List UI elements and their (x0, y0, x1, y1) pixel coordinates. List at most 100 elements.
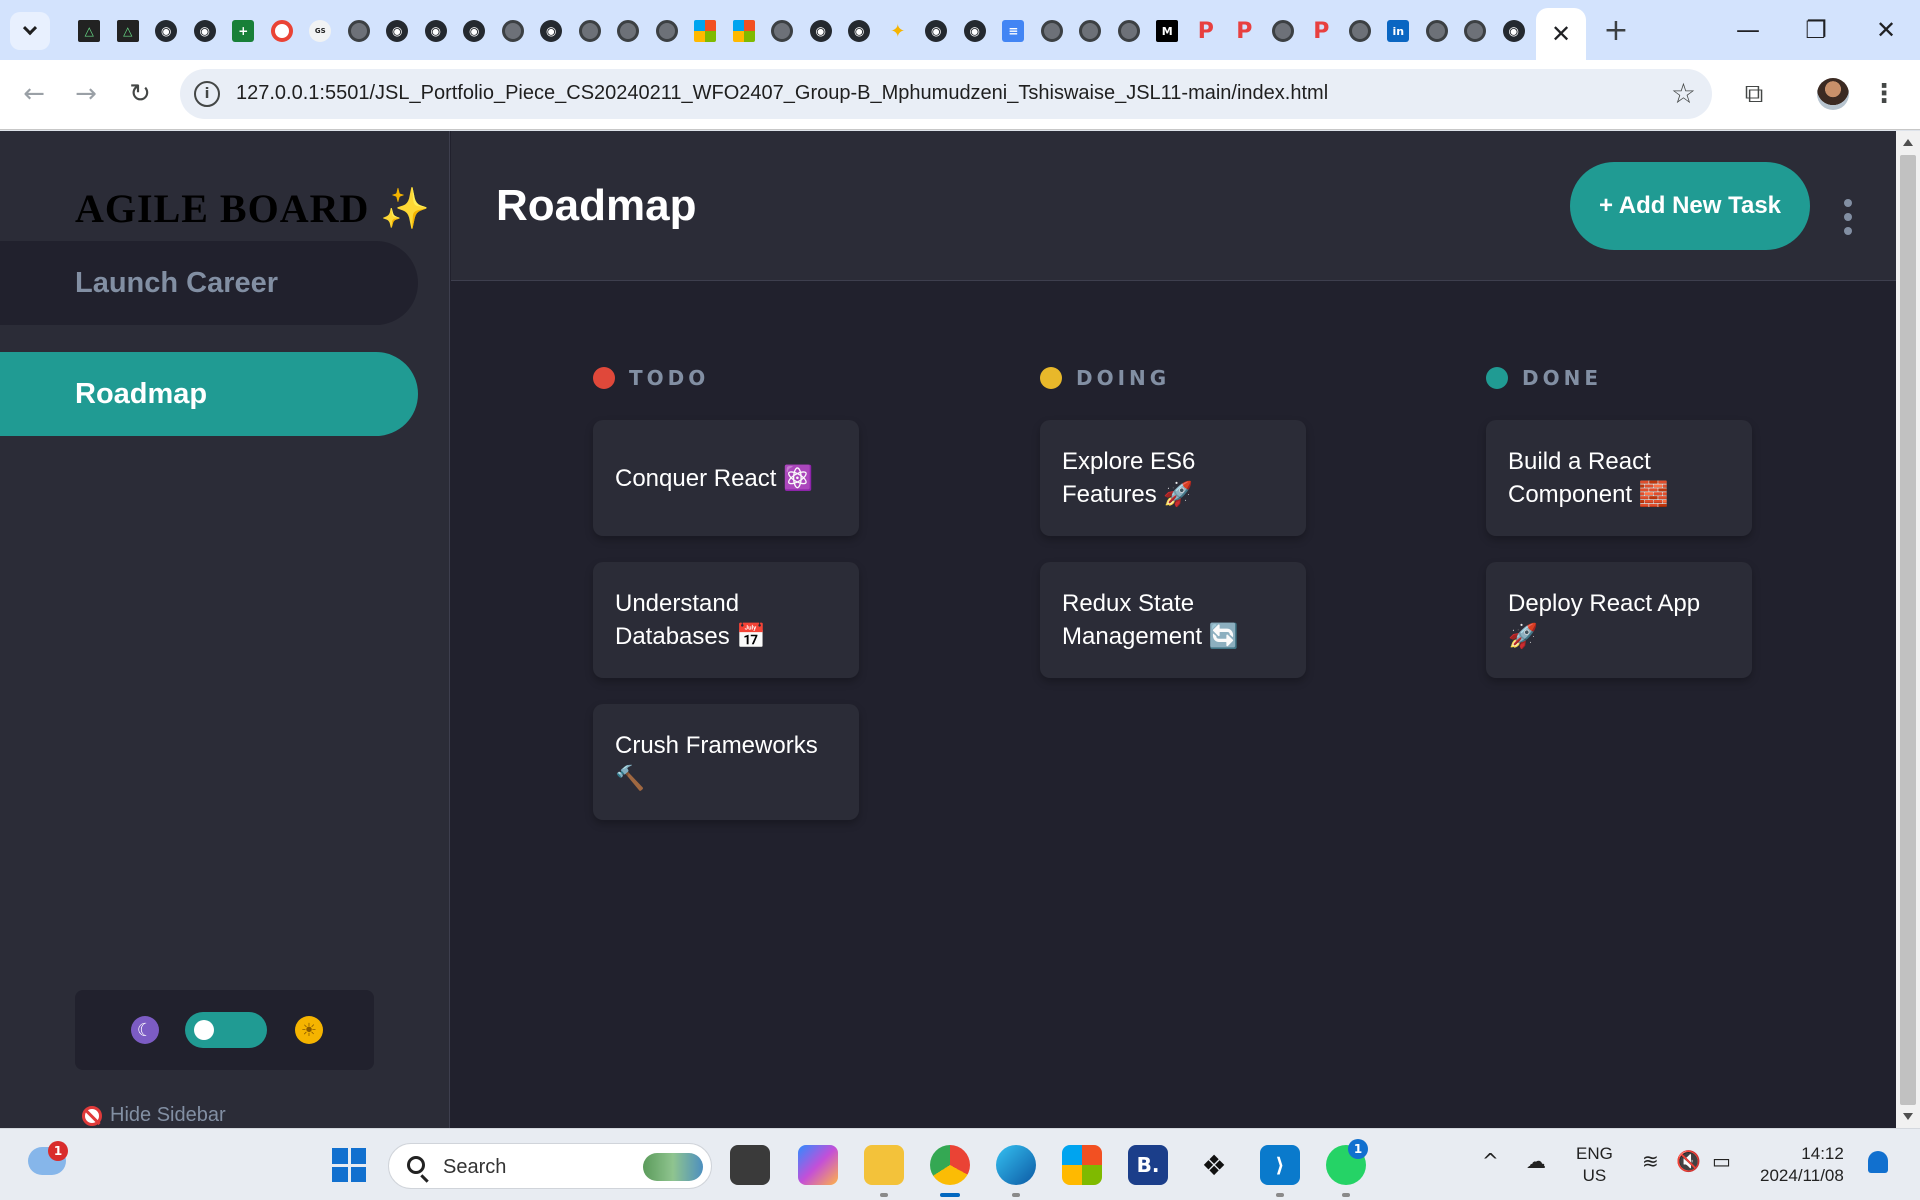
browser-tab[interactable] (340, 14, 379, 48)
browser-tab[interactable]: ◉ (917, 14, 956, 48)
browser-tab[interactable] (648, 14, 687, 48)
browser-tab[interactable] (1418, 14, 1457, 48)
add-new-task-button[interactable]: + Add New Task (1570, 162, 1810, 250)
browser-tab[interactable]: ◉ (840, 14, 879, 48)
browser-tab[interactable]: M (1148, 14, 1187, 48)
browser-tab[interactable]: △ (70, 14, 109, 48)
task-card[interactable]: Conquer React ⚛️ (593, 420, 859, 536)
profile-avatar[interactable] (1817, 78, 1849, 110)
browser-tab[interactable] (1264, 14, 1303, 48)
scroll-up-icon[interactable] (1903, 139, 1913, 146)
chrome-icon[interactable] (930, 1145, 970, 1197)
browser-tab[interactable]: ◉ (417, 14, 456, 48)
task-card[interactable]: Understand Databases 📅 (593, 562, 859, 678)
browser-tab[interactable] (1456, 14, 1495, 48)
status-dot-icon (1040, 367, 1062, 389)
url-text[interactable]: 127.0.0.1:5501/JSL_Portfolio_Piece_CS202… (236, 82, 1328, 105)
browser-tab[interactable]: in (1379, 14, 1418, 48)
taskbar-search[interactable]: Search (388, 1143, 712, 1189)
hide-sidebar-button[interactable]: Hide Sidebar (82, 1104, 226, 1127)
medium-icon: M (1156, 20, 1179, 42)
forward-button[interactable]: → (66, 74, 106, 114)
browser-tab[interactable]: P (1187, 14, 1226, 48)
copilot-icon[interactable] (798, 1145, 838, 1185)
browser-tab[interactable]: ◉ (956, 14, 995, 48)
task-card[interactable]: Redux State Management 🔄 (1040, 562, 1306, 678)
globe-icon (1079, 20, 1102, 42)
volume-muted-icon[interactable]: 🔇 (1676, 1149, 1701, 1173)
theme-toggle[interactable] (185, 1012, 267, 1048)
browser-tab[interactable]: ✦ (879, 14, 918, 48)
vscode-icon[interactable]: ⟩ (1260, 1145, 1300, 1197)
active-tab-close-button[interactable]: ✕ (1536, 8, 1586, 60)
task-card[interactable]: Explore ES6 Features 🚀 (1040, 420, 1306, 536)
browser-tab[interactable] (686, 14, 725, 48)
close-window-button[interactable]: ✕ (1856, 10, 1916, 50)
browser-tab[interactable]: ◉ (1495, 14, 1534, 48)
minimize-button[interactable]: — (1718, 10, 1778, 50)
scroll-down-icon[interactable] (1903, 1113, 1913, 1120)
browser-tab[interactable]: ◉ (532, 14, 571, 48)
task-card[interactable]: Deploy React App 🚀 (1486, 562, 1752, 678)
browser-tab[interactable] (1341, 14, 1380, 48)
browser-tab[interactable] (571, 14, 610, 48)
booking-icon[interactable]: B. (1128, 1145, 1168, 1185)
reload-button[interactable]: ↻ (120, 74, 160, 114)
new-tab-button[interactable]: + (1598, 12, 1634, 48)
wifi-icon[interactable]: ≋ (1642, 1149, 1659, 1173)
browser-tab[interactable]: ◉ (186, 14, 225, 48)
globe-icon (617, 20, 640, 42)
scroll-thumb[interactable] (1900, 155, 1916, 1105)
browser-tab[interactable] (494, 14, 533, 48)
browser-tab[interactable] (1071, 14, 1110, 48)
browser-tab[interactable]: GS (301, 14, 340, 48)
bookmark-star-icon[interactable]: ☆ (1671, 77, 1696, 110)
page-scrollbar[interactable] (1896, 131, 1920, 1128)
browser-menu-icon[interactable]: ⋮ (1871, 76, 1897, 112)
browser-tab[interactable] (763, 14, 802, 48)
browser-tab[interactable] (1033, 14, 1072, 48)
weather-badge: 1 (48, 1141, 68, 1161)
file-explorer-icon[interactable] (864, 1145, 904, 1197)
system-clock[interactable]: 14:12 2024/11/08 (1760, 1143, 1844, 1187)
board-item-roadmap[interactable]: Roadmap (0, 352, 418, 436)
notification-bell-icon[interactable] (1868, 1151, 1888, 1173)
browser-tab[interactable]: ◉ (455, 14, 494, 48)
browser-tab[interactable]: ◉ (378, 14, 417, 48)
browser-tab[interactable]: ≡ (994, 14, 1033, 48)
moon-icon: ☾ (131, 1016, 159, 1044)
language-indicator[interactable]: ENG US (1576, 1143, 1613, 1187)
address-bar[interactable]: i 127.0.0.1:5501/JSL_Portfolio_Piece_CS2… (180, 69, 1712, 119)
browser-tab[interactable]: P (1302, 14, 1341, 48)
browser-tab[interactable] (263, 14, 302, 48)
browser-tab[interactable]: △ (109, 14, 148, 48)
task-card[interactable]: Crush Frameworks 🔨 (593, 704, 859, 820)
p-icon: P (1313, 18, 1330, 44)
dropbox-icon[interactable]: ❖ (1194, 1145, 1234, 1185)
board-item-launch-career[interactable]: Launch Career (0, 241, 418, 325)
browser-tab[interactable] (725, 14, 764, 48)
microsoft-store-icon[interactable] (1062, 1145, 1102, 1185)
task-view-icon[interactable] (730, 1145, 770, 1185)
browser-tab[interactable]: + (224, 14, 263, 48)
tray-chevron-icon[interactable]: ^ (1482, 1149, 1499, 1173)
browser-tab[interactable]: ◉ (147, 14, 186, 48)
theme-switcher: ☾ ☀ (75, 990, 374, 1070)
browser-tab[interactable] (1110, 14, 1149, 48)
board-options-icon[interactable] (1843, 199, 1853, 235)
globe-icon (1464, 20, 1487, 42)
tab-search-button[interactable] (10, 12, 50, 50)
battery-icon[interactable]: ▭ (1712, 1149, 1731, 1173)
extensions-icon[interactable]: ⧉ (1736, 76, 1772, 112)
browser-tab[interactable] (609, 14, 648, 48)
browser-tab[interactable]: ◉ (802, 14, 841, 48)
back-button[interactable]: ← (14, 74, 54, 114)
github-icon: ◉ (809, 20, 832, 42)
site-info-icon[interactable]: i (194, 81, 220, 107)
onedrive-icon[interactable]: ☁ (1526, 1149, 1546, 1173)
edge-icon[interactable] (996, 1145, 1036, 1197)
restore-button[interactable]: ❐ (1786, 10, 1846, 50)
start-button[interactable] (332, 1148, 366, 1182)
browser-tab[interactable]: P (1225, 14, 1264, 48)
task-card[interactable]: Build a React Component 🧱 (1486, 420, 1752, 536)
